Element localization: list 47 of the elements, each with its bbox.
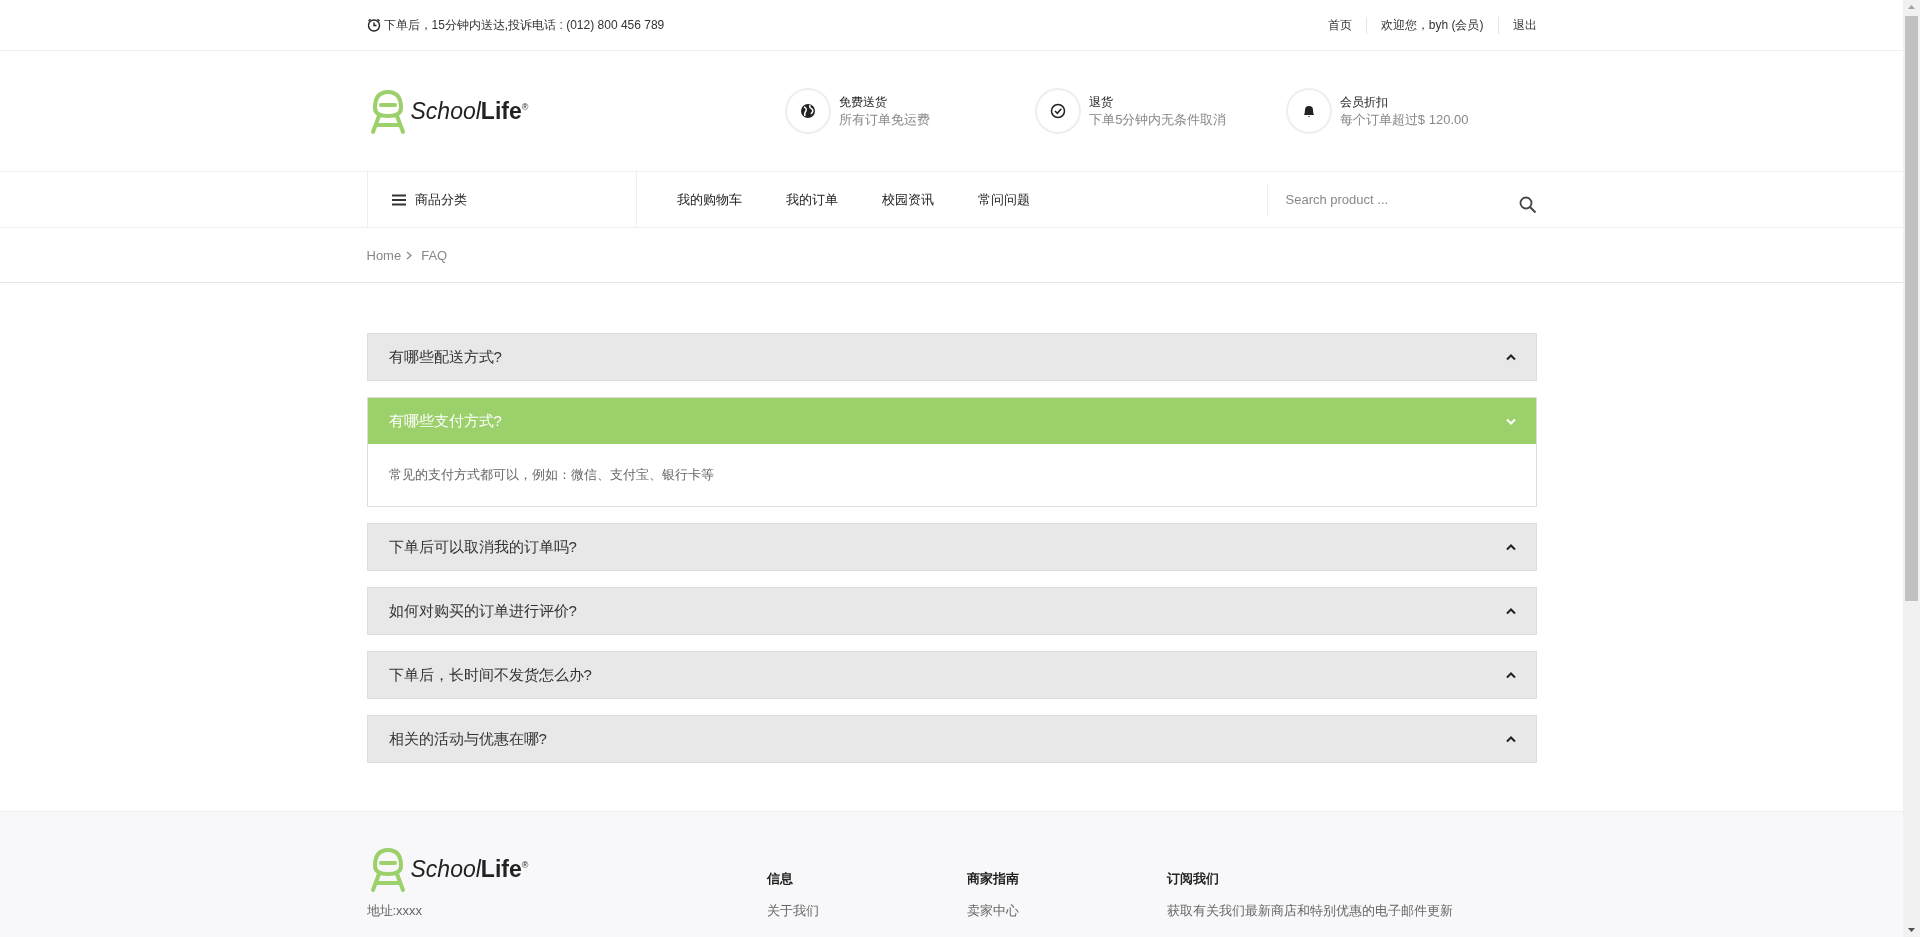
top-link[interactable]: 退出	[1497, 16, 1537, 34]
chevron-up-icon	[1505, 607, 1516, 615]
footer-heading: 订阅我们	[1166, 870, 1220, 888]
bell-icon	[1285, 88, 1332, 134]
globe-icon	[784, 88, 831, 134]
address-text: 地址:xxxx	[366, 902, 424, 920]
chevron-up-icon	[1505, 671, 1516, 679]
top-link[interactable]: 欢迎您，byh (会员)	[1365, 16, 1498, 34]
nav-link[interactable]: 校园资讯	[859, 190, 956, 209]
feature-title: 免费送货	[838, 93, 888, 111]
top-link[interactable]: 首页	[1313, 16, 1366, 34]
chevron-down-icon	[1505, 417, 1516, 425]
feature-title: 退货	[1089, 93, 1115, 111]
footer-heading: 信息	[766, 870, 794, 888]
feature-subtitle: 每个订单超过$ 120.00	[1339, 110, 1469, 129]
footer-link[interactable]: 获取有关我们最新商店和特别优惠的电子邮件更新	[1166, 902, 1537, 920]
faq-question[interactable]: 相关的活动与优惠在哪?	[367, 716, 1536, 762]
menu-icon	[391, 193, 406, 206]
footer-link[interactable]: 卖家中心	[966, 902, 1167, 920]
feature-subtitle: 所有订单免运费	[838, 110, 930, 129]
faq-question[interactable]: 有哪些配送方式?	[367, 334, 1536, 380]
logo[interactable]: SchoolLife$^{®}$	[366, 844, 767, 894]
footer-heading: 商家指南	[966, 870, 1020, 888]
scrollbar-thumb[interactable]	[1905, 16, 1918, 601]
nav-link[interactable]: 常问问题	[955, 190, 1052, 209]
chevron-up-icon	[1505, 543, 1516, 551]
logo-text: SchoolLife$^{®}$	[410, 855, 529, 883]
faq-question[interactable]: 下单后可以取消我的订单吗?	[367, 524, 1536, 570]
clock-icon	[366, 18, 381, 32]
breadcrumb-current: FAQ	[421, 247, 448, 263]
chevron-up-icon	[1505, 735, 1516, 743]
footer-link[interactable]: 关于我们	[766, 902, 967, 920]
category-button[interactable]: 商品分类	[366, 172, 637, 227]
logo-text: SchoolLife$^{®}$	[410, 97, 529, 125]
faq-question[interactable]: 下单后，长时间不发货怎么办?	[367, 652, 1536, 698]
nav-link[interactable]: 我的购物车	[654, 190, 764, 209]
logo[interactable]: SchoolLife$^{®}$	[366, 86, 529, 136]
delivery-notice: 下单后，15分钟内送达,投诉电话 : (012) 800 456 789	[383, 16, 665, 34]
breadcrumb-link[interactable]: Home	[366, 247, 402, 263]
check-icon	[1035, 88, 1082, 134]
chevron-up-icon	[1505, 353, 1516, 361]
nav-link[interactable]: 我的订单	[763, 190, 860, 209]
feature-title: 会员折扣	[1339, 93, 1389, 111]
faq-question[interactable]: 如何对购买的订单进行评价?	[367, 588, 1536, 634]
search-icon[interactable]	[1518, 195, 1537, 214]
chevron-right-icon	[406, 250, 413, 260]
feature-subtitle: 下单5分钟内无条件取消	[1089, 110, 1227, 129]
